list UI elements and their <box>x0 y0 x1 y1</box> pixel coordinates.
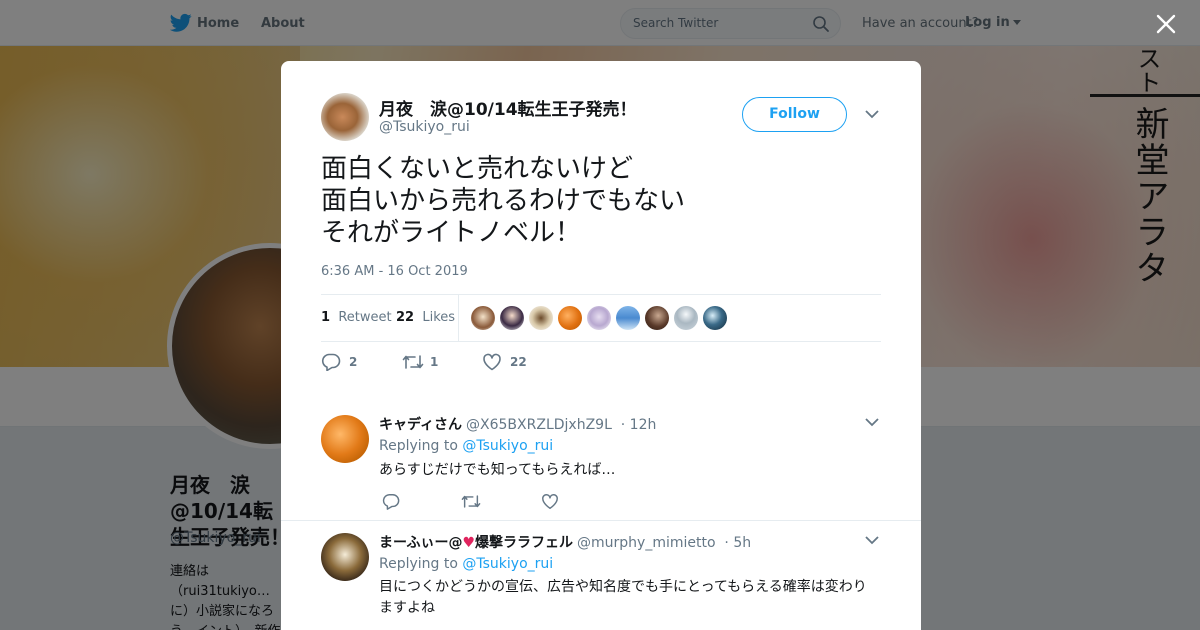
avatar[interactable] <box>321 415 369 463</box>
replying-to-link[interactable]: @Tsukiyo_rui <box>462 556 553 572</box>
reply-author-name-suffix: 爆撃ララフェル <box>475 535 574 551</box>
avatar[interactable] <box>321 93 369 141</box>
reply-author[interactable]: キャディさん @X65BXRZLDjxhZ9L · 12h <box>379 414 656 434</box>
tweet-stats: 1 Retweet 22 Likes <box>321 294 881 342</box>
reply-author-handle: @X65BXRZLDjxhZ9L <box>466 417 612 433</box>
avatar[interactable] <box>471 306 495 330</box>
like-count: 22 <box>396 310 415 325</box>
avatar[interactable] <box>321 533 369 581</box>
chevron-down-icon[interactable] <box>865 417 879 427</box>
reply-divider <box>281 520 921 521</box>
avatar[interactable] <box>616 306 640 330</box>
retweet-icon <box>402 355 424 369</box>
reply-text: あらすじだけでも知ってもらえれば… <box>379 462 616 478</box>
like-action-count: 22 <box>510 355 527 369</box>
retweet-count: 1 <box>321 310 331 325</box>
tweet-author-handle[interactable]: @Tsukiyo_rui <box>379 119 470 135</box>
tweet-text-line: 面白くないと売れないけど <box>321 154 634 184</box>
reply-text: 目につくかどうかの宣伝、広告や知名度でも手にとってもらえる確率は変わりますよね <box>379 579 867 616</box>
tweet-text-line: それがライトノベル！ <box>321 218 582 248</box>
chevron-down-icon[interactable] <box>865 109 879 119</box>
retweet-stat[interactable]: 1 Retweet <box>321 310 392 325</box>
avatar[interactable] <box>558 306 582 330</box>
stats-divider <box>458 295 459 341</box>
heart-icon[interactable] <box>541 493 559 510</box>
reply-author-name: キャディさん <box>379 417 463 433</box>
tweet-actions: 2 1 22 <box>321 352 881 374</box>
avatar[interactable] <box>703 306 727 330</box>
chevron-down-icon[interactable] <box>865 535 879 545</box>
avatar[interactable] <box>587 306 611 330</box>
avatar[interactable] <box>645 306 669 330</box>
tweet-author-name[interactable]: 月夜 涙@10/14転生王子発売！ <box>379 95 637 120</box>
reply-icon <box>321 353 341 371</box>
tweet-text: 面白くないと売れないけど 面白いから売れるわけでもない それがライトノベル！ <box>321 153 881 249</box>
reply-author-handle: @murphy_mimietto <box>577 535 716 551</box>
reply-icon[interactable] <box>382 493 400 510</box>
avatar[interactable] <box>529 306 553 330</box>
tweet-text-line: 面白いから売れるわけでもない <box>321 186 686 216</box>
replying-to: Replying to @Tsukiyo_rui <box>379 438 553 454</box>
retweet-label: Retweet <box>338 310 392 325</box>
follow-button[interactable]: Follow <box>742 97 847 132</box>
tweet-modal: 月夜 涙@10/14転生王子発売！ @Tsukiyo_rui Follow 面白… <box>281 61 921 630</box>
reply-count: 2 <box>349 355 358 369</box>
heart-icon <box>483 353 501 371</box>
replying-to: Replying to @Tsukiyo_rui <box>379 556 553 572</box>
avatar[interactable] <box>674 306 698 330</box>
like-label: Likes <box>422 310 456 325</box>
replying-to-label: Replying to <box>379 438 458 454</box>
tweet-timestamp[interactable]: 6:36 AM - 16 Oct 2019 <box>321 264 468 279</box>
replying-to-label: Replying to <box>379 556 458 572</box>
retweet-action-count: 1 <box>430 355 439 369</box>
retweet-icon[interactable] <box>461 493 481 510</box>
reply-time[interactable]: · 5h <box>724 535 751 551</box>
reply-time[interactable]: · 12h <box>621 417 657 433</box>
reply-author-name-prefix: まーふぃー@ <box>379 535 463 551</box>
heart-emoji: ♥ <box>462 535 476 551</box>
like-stat[interactable]: 22 Likes <box>396 310 455 325</box>
reply-author[interactable]: まーふぃー@♥爆撃ララフェル @murphy_mimietto · 5h <box>379 532 751 552</box>
replying-to-link[interactable]: @Tsukiyo_rui <box>462 438 553 454</box>
avatar[interactable] <box>500 306 524 330</box>
close-icon[interactable] <box>1156 14 1176 34</box>
